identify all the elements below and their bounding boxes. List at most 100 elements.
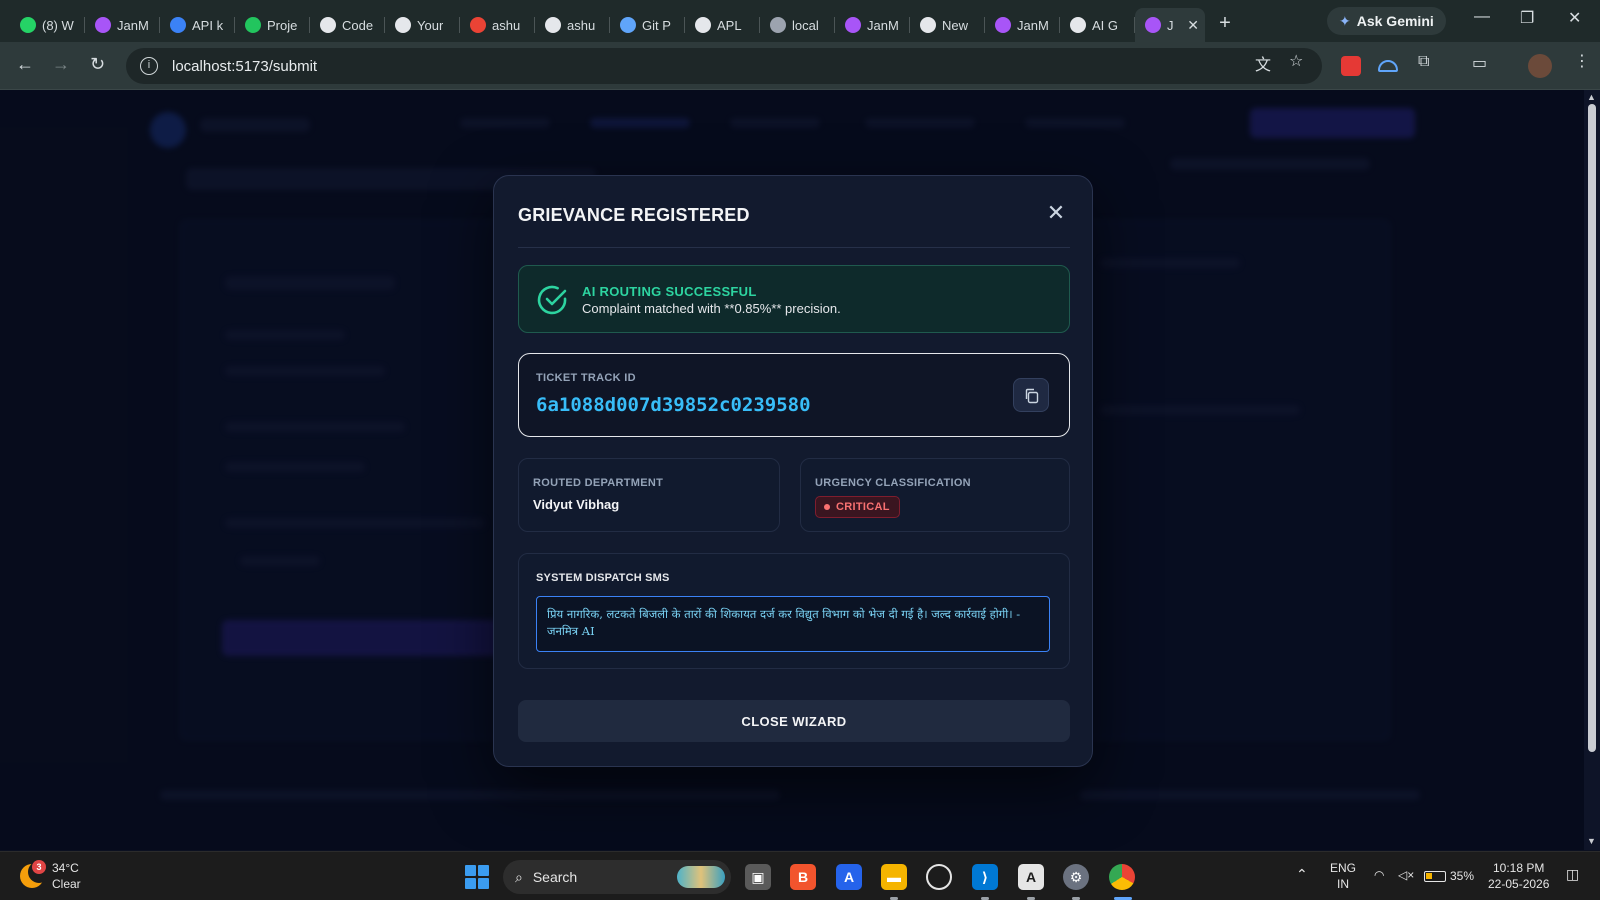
wifi-icon[interactable]: ◠ xyxy=(1374,867,1384,883)
bolt-icon xyxy=(1145,17,1161,33)
browser-tab[interactable]: JanM xyxy=(85,8,160,42)
browser-tab[interactable]: J ✕ xyxy=(1135,8,1205,42)
weather-widget[interactable]: 3 34°C Clear xyxy=(20,860,81,892)
tab-title: New xyxy=(942,17,969,33)
bookmark-star-icon[interactable]: ☆ xyxy=(1289,51,1303,71)
battery-indicator[interactable]: 35% xyxy=(1424,868,1474,884)
tab-title: Your xyxy=(417,17,444,33)
copy-icon xyxy=(1025,388,1039,404)
sms-textarea[interactable]: प्रिय नागरिक, लटकते बिजली के तारों की शि… xyxy=(536,596,1050,652)
restore-icon[interactable]: ❐ xyxy=(1520,8,1534,28)
close-window-icon[interactable]: ✕ xyxy=(1568,8,1581,28)
browser-tab[interactable]: JanM xyxy=(835,8,910,42)
github-icon xyxy=(395,17,411,33)
weather-temp: 34°C xyxy=(52,861,79,875)
close-tab-icon[interactable]: ✕ xyxy=(1187,17,1199,34)
browser-tab[interactable]: Git P xyxy=(610,8,685,42)
scroll-down-icon[interactable]: ▼ xyxy=(1587,836,1596,846)
extensions-puzzle-icon[interactable]: ⧉ xyxy=(1418,53,1429,71)
menu-kebab-icon[interactable]: ⋮ xyxy=(1574,51,1590,71)
app-blue-icon[interactable]: A xyxy=(836,864,862,890)
tab-title: JanM xyxy=(1017,17,1049,33)
browser-tab[interactable]: AI G xyxy=(1060,8,1135,42)
reload-icon[interactable]: ↻ xyxy=(90,54,105,75)
battery-icon xyxy=(1424,870,1446,882)
settings-gear-icon[interactable]: ⚙ xyxy=(1063,864,1089,890)
stack-icon xyxy=(170,17,186,33)
copy-button[interactable] xyxy=(1013,378,1049,412)
app-a-icon[interactable]: A xyxy=(1018,864,1044,890)
sms-label: SYSTEM DISPATCH SMS xyxy=(536,572,670,584)
success-title: AI ROUTING SUCCESSFUL xyxy=(582,284,757,299)
new-tab-button[interactable]: + xyxy=(1205,12,1245,35)
github-icon xyxy=(320,17,336,33)
close-wizard-button[interactable]: CLOSE WIZARD xyxy=(518,700,1070,742)
browser-tab[interactable]: Proje xyxy=(235,8,310,42)
notifications-icon[interactable]: ◫ xyxy=(1566,866,1579,882)
render-icon xyxy=(695,17,711,33)
browser-tab[interactable]: ashu xyxy=(535,8,610,42)
back-icon[interactable]: ← xyxy=(16,54,34,75)
browser-tab[interactable]: local xyxy=(760,8,835,42)
tab-title: Proje xyxy=(267,17,298,33)
task-view-icon[interactable]: ▣ xyxy=(745,864,771,890)
clock[interactable]: 10:18 PM 22-05-2026 xyxy=(1488,860,1549,892)
browser-tab[interactable]: (8) W xyxy=(10,8,85,42)
browser-tab[interactable]: APL xyxy=(685,8,760,42)
bolt-icon xyxy=(95,17,111,33)
scrollbar-thumb[interactable] xyxy=(1588,104,1596,752)
weather-desc: Clear xyxy=(52,877,81,891)
vscode-icon[interactable]: ⟩ xyxy=(972,864,998,890)
close-icon[interactable]: ✕ xyxy=(1044,202,1068,226)
browser-tab[interactable]: Your xyxy=(385,8,460,42)
department-label: ROUTED DEPARTMENT xyxy=(533,477,664,489)
urgency-badge: CRITICAL xyxy=(815,496,900,518)
ask-gemini-button[interactable]: ✦ Ask Gemini xyxy=(1327,7,1446,35)
ticket-id: 6a1088d007d39852c0239580 xyxy=(536,394,811,416)
page-scrollbar[interactable]: ▲ ▼ xyxy=(1584,90,1600,850)
chrome-icon[interactable] xyxy=(1109,864,1135,890)
browser-tab[interactable]: API k xyxy=(160,8,235,42)
routing-success-banner: AI ROUTING SUCCESSFUL Complaint matched … xyxy=(518,265,1070,333)
forward-icon[interactable]: → xyxy=(52,54,70,75)
avatar[interactable] xyxy=(1528,54,1552,78)
urgency-value: CRITICAL xyxy=(836,501,890,513)
minimize-icon[interactable]: — xyxy=(1474,8,1490,26)
weather-alert-badge: 3 xyxy=(32,860,46,874)
tab-title: ashu xyxy=(567,17,596,33)
taskbar-search[interactable]: ⌕ Search xyxy=(503,860,731,894)
browser-tab[interactable]: ashu xyxy=(460,8,535,42)
bolt-icon xyxy=(845,17,861,33)
tray-overflow-icon[interactable]: ⌃ xyxy=(1296,866,1308,882)
browser-tab[interactable]: New xyxy=(910,8,985,42)
file-explorer-icon[interactable]: ▬ xyxy=(881,864,907,890)
url-text[interactable]: localhost:5173/submit xyxy=(172,58,317,75)
chatgpt-icon[interactable] xyxy=(926,864,952,890)
windows-start-icon[interactable] xyxy=(465,865,489,889)
status-dot-icon xyxy=(824,504,830,510)
language-indicator[interactable]: ENG IN xyxy=(1330,860,1356,892)
browser-tab[interactable]: JanM xyxy=(985,8,1060,42)
gemini-icon xyxy=(620,17,636,33)
check-circle-icon xyxy=(537,285,567,315)
gmail-icon xyxy=(470,17,486,33)
department-card: ROUTED DEPARTMENT Vidyut Vibhag xyxy=(518,458,780,532)
browser-tab[interactable]: Code xyxy=(310,8,385,42)
translate-icon[interactable]: 文 xyxy=(1255,51,1271,75)
tab-title: (8) W xyxy=(42,17,74,33)
chatgpt-icon xyxy=(920,17,936,33)
date: 22-05-2026 xyxy=(1488,877,1550,891)
site-info-icon[interactable]: i xyxy=(140,57,158,75)
tab-title: local xyxy=(792,17,819,33)
extension-red-icon[interactable] xyxy=(1341,56,1361,76)
tab-title: Git P xyxy=(642,17,671,33)
whatsapp-icon xyxy=(20,17,36,33)
extension-cloud-icon[interactable] xyxy=(1378,60,1398,72)
brave-icon[interactable]: B xyxy=(790,864,816,890)
address-bar[interactable]: i localhost:5173/submit xyxy=(126,48,1322,84)
grievance-modal: GRIEVANCE REGISTERED ✕ AI ROUTING SUCCES… xyxy=(493,175,1093,767)
side-panel-icon[interactable]: ▭ xyxy=(1472,53,1487,73)
scroll-up-icon[interactable]: ▲ xyxy=(1587,92,1596,102)
gemini-icon: ✦ xyxy=(1339,12,1351,29)
volume-muted-icon[interactable]: ◁× xyxy=(1398,867,1414,883)
